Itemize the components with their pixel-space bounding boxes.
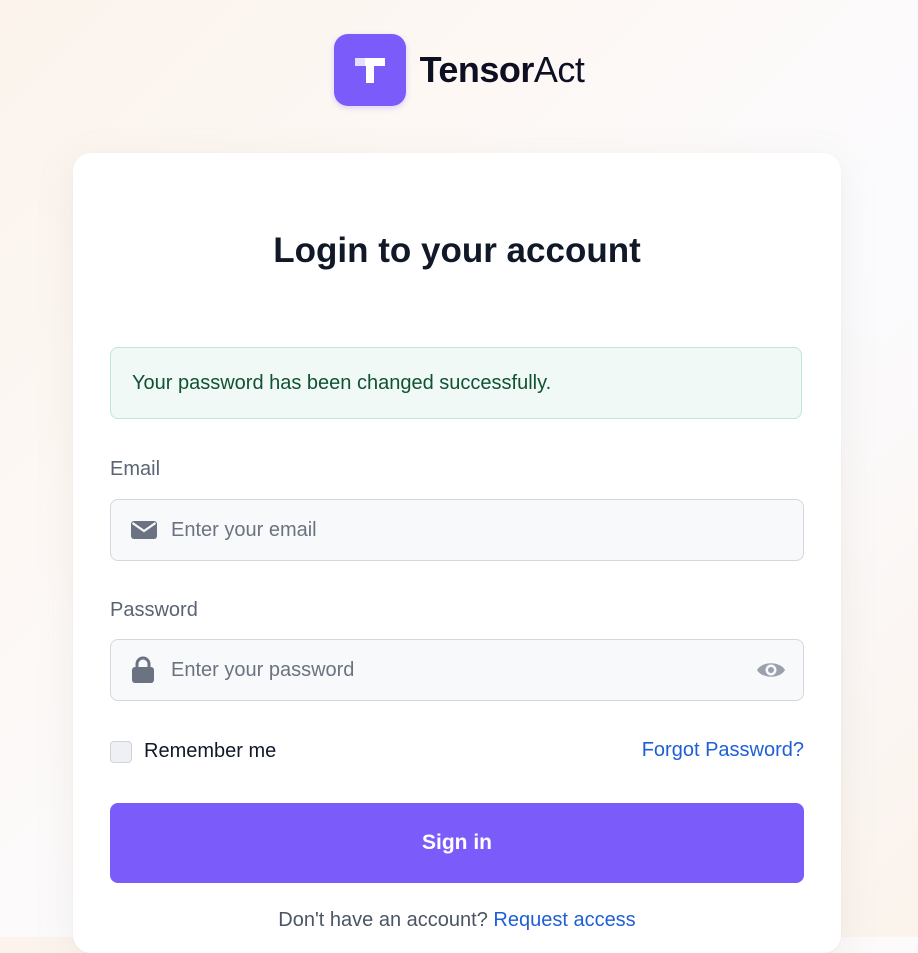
- email-label: Email: [110, 458, 161, 480]
- brand-name-light: Act: [533, 49, 585, 90]
- brand-header: TensorAct: [0, 34, 918, 106]
- forgot-password-link[interactable]: Forgot Password?: [642, 739, 804, 762]
- password-input[interactable]: [111, 640, 803, 700]
- email-input[interactable]: [111, 500, 803, 560]
- email-field-container: [110, 499, 804, 561]
- password-field-container: [110, 639, 804, 701]
- envelope-icon: [131, 520, 157, 540]
- tensoract-logo-icon: [333, 34, 406, 106]
- remember-me-label: Remember me: [144, 740, 277, 762]
- password-label: Password: [110, 599, 198, 621]
- no-account-prompt: Don't have an account?: [278, 909, 488, 931]
- success-alert: Your password has been changed successfu…: [110, 347, 802, 419]
- remember-me[interactable]: Remember me: [110, 740, 276, 763]
- success-alert-message: Your password has been changed successfu…: [132, 371, 552, 394]
- brand-name-strong: Tensor: [419, 49, 535, 90]
- sign-in-button[interactable]: Sign in: [110, 803, 804, 883]
- request-access-link[interactable]: Request access: [493, 909, 635, 931]
- eye-icon[interactable]: [756, 660, 786, 680]
- page-title: Login to your account: [273, 231, 641, 270]
- login-card: Login to your account Your password has …: [73, 153, 841, 953]
- request-access-footer: Don't have an account? Request access: [73, 909, 841, 932]
- brand-name: TensorAct: [420, 49, 585, 91]
- remember-me-checkbox[interactable]: [110, 740, 132, 763]
- lock-icon: [131, 656, 155, 684]
